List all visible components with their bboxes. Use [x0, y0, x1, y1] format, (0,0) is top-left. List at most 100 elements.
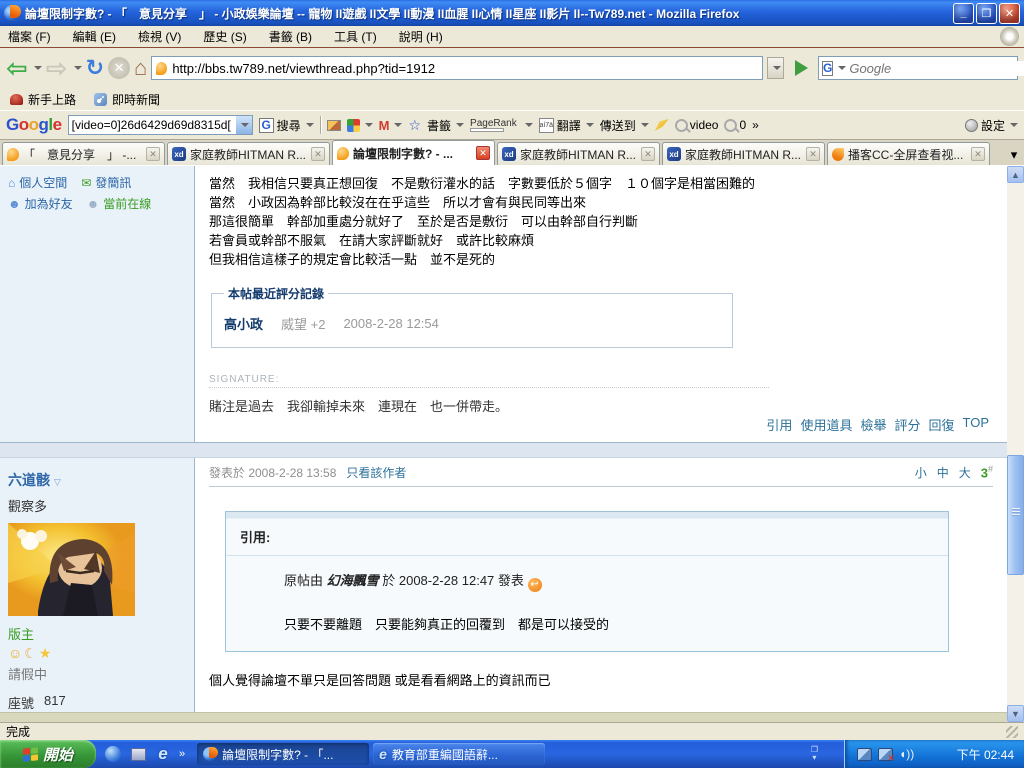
floor-number[interactable]: 3# — [981, 464, 993, 480]
google-search-box[interactable] — [68, 115, 253, 135]
tab-close-icon[interactable]: ✕ — [806, 147, 820, 161]
tab-close-icon[interactable]: ✕ — [641, 147, 655, 161]
only-author-link[interactable]: 只看該作者 — [346, 464, 406, 481]
word-find-video[interactable]: video — [675, 118, 719, 132]
volume-icon[interactable]: ◖)) — [899, 747, 914, 761]
reload-button[interactable]: ↻ — [86, 52, 104, 84]
quick-launch-more[interactable]: » — [179, 748, 185, 760]
reply-link[interactable]: 回復 — [928, 415, 954, 434]
go-button[interactable] — [788, 56, 814, 80]
gbookmarks-button[interactable]: 書籤 — [427, 117, 464, 134]
translate-button[interactable]: aí7ä翻譯 — [539, 117, 594, 134]
send-message-link[interactable]: ✉發簡訊 — [81, 174, 131, 191]
url-dropdown[interactable] — [767, 57, 784, 79]
url-input[interactable] — [172, 61, 758, 76]
home-button[interactable]: ⌂ — [134, 52, 147, 84]
tab-close-icon[interactable]: ✕ — [476, 146, 490, 160]
task-button-ie[interactable]: e 教育部重編國語辭... — [373, 743, 545, 765]
menu-tools[interactable]: 工具 (T) — [334, 28, 377, 45]
bookmark-getting-started[interactable]: 新手上路 — [10, 91, 76, 108]
search-input[interactable] — [849, 61, 1024, 76]
highlighter-icon[interactable] — [655, 119, 669, 131]
start-button[interactable]: 開始 — [0, 740, 96, 768]
forward-button[interactable]: ⇨ — [46, 52, 68, 84]
rate-link[interactable]: 評分 — [894, 415, 920, 434]
menu-view[interactable]: 檢視 (V) — [138, 28, 181, 45]
toolbar-more-chevron[interactable]: » — [752, 118, 759, 132]
tab-6[interactable]: 播客CC-全屏查看视... ✕ — [827, 142, 990, 165]
tab-close-icon[interactable]: ✕ — [971, 147, 985, 161]
top-link[interactable]: TOP — [963, 415, 990, 434]
font-large-link[interactable]: 大 — [959, 464, 971, 481]
restore-button[interactable]: ❐ — [976, 3, 997, 24]
tab-4[interactable]: xd 家庭教師HITMAN R... ✕ — [497, 142, 660, 165]
task-button-firefox[interactable]: 論壇限制字數? - 「... — [197, 743, 369, 765]
menu-history[interactable]: 歷史 (S) — [203, 28, 246, 45]
stop-button[interactable]: ✕ — [108, 57, 130, 79]
go-icon — [795, 60, 808, 76]
font-medium-link[interactable]: 中 — [937, 464, 949, 481]
goto-quoted-post-icon[interactable]: ↩ — [528, 578, 542, 592]
address-bar[interactable] — [151, 56, 763, 80]
author-username[interactable]: 六道骸 ▽ — [8, 470, 186, 490]
author-status: 請假中 — [8, 664, 186, 683]
menu-file[interactable]: 檔案 (F) — [8, 28, 51, 45]
scroll-down-button[interactable]: ▼ — [1007, 705, 1024, 722]
back-button[interactable]: ⇦ — [6, 52, 28, 84]
google-query-input[interactable] — [69, 118, 236, 132]
font-small-link[interactable]: 小 — [915, 464, 927, 481]
send-to-button[interactable]: 傳送到 — [600, 117, 649, 134]
tab-close-icon[interactable]: ✕ — [146, 147, 160, 161]
google-query-dropdown[interactable] — [236, 116, 252, 134]
network-error-icon[interactable] — [878, 748, 893, 761]
minimize-button[interactable]: _ — [953, 3, 974, 24]
bookmark-star-icon[interactable]: ☆ — [408, 117, 421, 134]
quoted-username[interactable]: 幻海飄雪 — [327, 573, 379, 588]
forward-dropdown[interactable] — [74, 66, 82, 70]
word-find-count[interactable]: 0 — [724, 118, 746, 132]
add-friend-link[interactable]: ☻加為好友 — [8, 195, 73, 212]
tab-close-icon[interactable]: ✕ — [311, 147, 325, 161]
pagerank-dropdown[interactable] — [525, 123, 533, 127]
apps-button[interactable] — [347, 119, 373, 132]
menu-help[interactable]: 說明 (H) — [399, 28, 443, 45]
resize-grip[interactable] — [1006, 726, 1018, 738]
close-button[interactable]: ✕ — [999, 3, 1020, 24]
tab-1[interactable]: 「 意見分享 」 -... ✕ — [2, 142, 165, 165]
quick-launch-globe-icon[interactable] — [104, 745, 122, 763]
post-text-line: 但我相信這樣子的規定會比較活一點 並不是死的 — [209, 250, 993, 269]
tab-overflow-dropdown[interactable]: ▾ — [1006, 145, 1022, 165]
menu-bookmarks[interactable]: 書籤 (B) — [269, 28, 312, 45]
news-icon[interactable] — [327, 120, 341, 131]
google-search-button[interactable]: G 搜尋 — [259, 117, 314, 134]
vertical-scrollbar[interactable]: ▲ ▼ — [1007, 166, 1024, 722]
quote-link[interactable]: 引用 — [766, 415, 792, 434]
network-icon[interactable] — [857, 748, 872, 761]
tab-5[interactable]: xd 家庭教師HITMAN R... ✕ — [662, 142, 825, 165]
toolbar-handle[interactable]: ❐▾ — [811, 746, 844, 762]
profile-link[interactable]: ⌂個人空間 — [8, 174, 67, 191]
bookmark-latest-news[interactable]: 即時新聞 — [94, 91, 160, 108]
clock[interactable]: 下午 02:44 — [957, 746, 1014, 763]
quick-launch-window-icon[interactable] — [129, 745, 147, 763]
back-dropdown[interactable] — [34, 66, 42, 70]
tab-2[interactable]: xd 家庭教師HITMAN R... ✕ — [167, 142, 330, 165]
tab-3-active[interactable]: 論壇限制字數? - ... ✕ — [332, 140, 495, 165]
scroll-up-button[interactable]: ▲ — [1007, 166, 1024, 183]
search-bar[interactable]: G — [818, 56, 1018, 80]
window-titlebar[interactable]: 論壇限制字數? - 「 意見分享 」 - 小政娛樂論壇 -- 寵物 II遊戲 I… — [0, 0, 1024, 26]
report-link[interactable]: 檢舉 — [860, 415, 886, 434]
gmail-button[interactable]: M — [379, 118, 403, 133]
online-status[interactable]: ☻當前在線 — [87, 195, 152, 212]
use-magic-link[interactable]: 使用道具 — [800, 415, 852, 434]
settings-button[interactable]: 設定 — [965, 117, 1018, 134]
menu-edit[interactable]: 編輯 (E) — [73, 28, 116, 45]
rating-user[interactable]: 高小政 — [224, 314, 263, 333]
pagerank-widget[interactable]: PageRank — [470, 119, 517, 132]
search-engine-icon[interactable]: G — [822, 61, 833, 76]
chevron-down-icon[interactable]: ▽ — [54, 477, 61, 487]
scrollbar-thumb[interactable] — [1007, 455, 1024, 575]
search-engine-dropdown[interactable] — [838, 66, 846, 70]
author-avatar[interactable] — [8, 523, 135, 616]
quick-launch-ie-icon[interactable]: e — [154, 745, 172, 763]
